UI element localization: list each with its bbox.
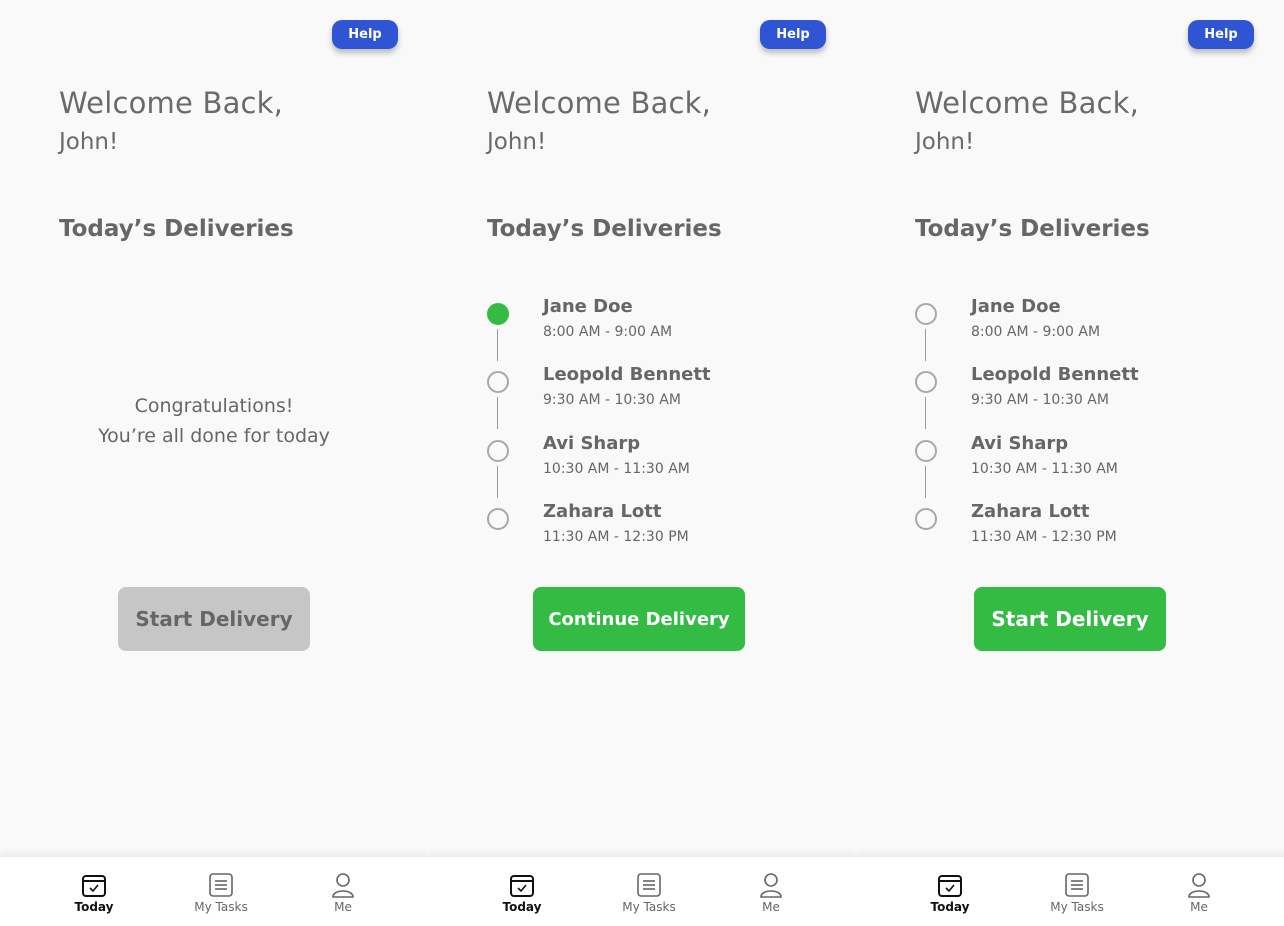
customer-name: Avi Sharp <box>971 433 1069 454</box>
user-name: John! <box>915 129 975 155</box>
tab-today-label: Today <box>930 900 970 914</box>
help-button[interactable]: Help <box>332 20 398 49</box>
help-button[interactable]: Help <box>760 20 826 49</box>
bottom-tab-bar: Today My Tasks Me <box>856 856 1284 926</box>
continue-delivery-button[interactable]: Continue Delivery <box>533 587 745 651</box>
customer-name: Leopold Bennett <box>543 364 711 385</box>
tab-me-label: Me <box>762 900 780 914</box>
todays-deliveries-title: Today’s Deliveries <box>915 216 1150 242</box>
delivery-timeline: Jane Doe 8:00 AM - 9:00 AM Leopold Benne… <box>915 292 1255 562</box>
user-icon <box>332 873 354 898</box>
empty-state-message: Congratulations! You’re all done for tod… <box>0 391 428 451</box>
calendar-check-icon <box>82 875 106 897</box>
delivery-stop[interactable]: Zahara Lott 11:30 AM - 12:30 PM <box>915 497 1255 557</box>
delivery-stop[interactable]: Leopold Bennett 9:30 AM - 10:30 AM <box>487 360 827 429</box>
tab-me[interactable]: Me <box>298 857 388 926</box>
welcome-heading: Welcome Back, <box>487 86 712 120</box>
timeline-connector <box>497 466 498 498</box>
tab-today-label: Today <box>502 900 542 914</box>
screen-not-started: Help Welcome Back, John! Today’s Deliver… <box>856 0 1284 926</box>
screen-all-done: Help Welcome Back, John! Today’s Deliver… <box>0 0 428 926</box>
timeline-connector <box>925 329 926 361</box>
list-icon <box>209 873 233 897</box>
delivery-stop[interactable]: Jane Doe 8:00 AM - 9:00 AM <box>487 292 827 361</box>
help-button[interactable]: Help <box>1188 20 1254 49</box>
pending-stop-icon <box>915 303 937 325</box>
tab-my-tasks-label: My Tasks <box>194 900 248 914</box>
delivery-window: 9:30 AM - 10:30 AM <box>543 392 681 408</box>
todays-deliveries-title: Today’s Deliveries <box>59 216 294 242</box>
customer-name: Zahara Lott <box>543 501 662 522</box>
tab-me[interactable]: Me <box>1154 857 1244 926</box>
todays-deliveries-title: Today’s Deliveries <box>487 216 722 242</box>
delivery-window: 10:30 AM - 11:30 AM <box>971 461 1118 477</box>
customer-name: Zahara Lott <box>971 501 1090 522</box>
list-icon <box>1065 873 1089 897</box>
pending-stop-icon <box>487 508 509 530</box>
bottom-tab-bar: Today My Tasks Me <box>428 856 856 926</box>
delivery-window: 9:30 AM - 10:30 AM <box>971 392 1109 408</box>
delivery-stop[interactable]: Avi Sharp 10:30 AM - 11:30 AM <box>915 429 1255 498</box>
tab-my-tasks[interactable]: My Tasks <box>176 857 266 926</box>
user-name: John! <box>59 129 119 155</box>
customer-name: Leopold Bennett <box>971 364 1139 385</box>
completed-stop-icon <box>487 303 509 325</box>
pending-stop-icon <box>487 440 509 462</box>
customer-name: Jane Doe <box>543 296 633 317</box>
delivery-window: 11:30 AM - 12:30 PM <box>971 529 1117 545</box>
user-name: John! <box>487 129 547 155</box>
tab-me-label: Me <box>334 900 352 914</box>
tab-today[interactable]: Today <box>905 857 995 926</box>
timeline-connector <box>925 397 926 429</box>
delivery-stop[interactable]: Zahara Lott 11:30 AM - 12:30 PM <box>487 497 827 557</box>
calendar-check-icon <box>938 875 962 897</box>
tab-today[interactable]: Today <box>49 857 139 926</box>
tab-my-tasks[interactable]: My Tasks <box>1032 857 1122 926</box>
pending-stop-icon <box>487 371 509 393</box>
delivery-window: 8:00 AM - 9:00 AM <box>971 324 1101 340</box>
tab-today-label: Today <box>74 900 114 914</box>
tab-my-tasks-label: My Tasks <box>622 900 676 914</box>
customer-name: Avi Sharp <box>543 433 641 454</box>
tab-me-label: Me <box>1190 900 1208 914</box>
timeline-connector <box>497 397 498 429</box>
timeline-connector <box>497 329 498 361</box>
tab-my-tasks-label: My Tasks <box>1050 900 1104 914</box>
user-icon <box>760 873 782 898</box>
done-line: You’re all done for today <box>98 425 330 447</box>
delivery-window: 10:30 AM - 11:30 AM <box>543 461 690 477</box>
timeline-connector <box>925 466 926 498</box>
delivery-window: 11:30 AM - 12:30 PM <box>543 529 689 545</box>
calendar-check-icon <box>510 875 534 897</box>
user-icon <box>1188 873 1210 898</box>
pending-stop-icon <box>915 440 937 462</box>
delivery-stop[interactable]: Leopold Bennett 9:30 AM - 10:30 AM <box>915 360 1255 429</box>
welcome-heading: Welcome Back, <box>915 86 1140 120</box>
list-icon <box>637 873 661 897</box>
start-delivery-button-disabled: Start Delivery <box>118 587 310 651</box>
pending-stop-icon <box>915 508 937 530</box>
tab-me[interactable]: Me <box>726 857 816 926</box>
welcome-heading: Welcome Back, <box>59 86 284 120</box>
tab-my-tasks[interactable]: My Tasks <box>604 857 694 926</box>
congrats-line: Congratulations! <box>134 395 294 417</box>
bottom-tab-bar: Today My Tasks Me <box>0 856 428 926</box>
delivery-window: 8:00 AM - 9:00 AM <box>543 324 673 340</box>
delivery-stop[interactable]: Jane Doe 8:00 AM - 9:00 AM <box>915 292 1255 361</box>
customer-name: Jane Doe <box>971 296 1061 317</box>
delivery-stop[interactable]: Avi Sharp 10:30 AM - 11:30 AM <box>487 429 827 498</box>
tab-today[interactable]: Today <box>477 857 567 926</box>
start-delivery-button[interactable]: Start Delivery <box>974 587 1166 651</box>
delivery-timeline: Jane Doe 8:00 AM - 9:00 AM Leopold Benne… <box>487 292 827 562</box>
pending-stop-icon <box>915 371 937 393</box>
screen-in-progress: Help Welcome Back, John! Today’s Deliver… <box>428 0 856 926</box>
